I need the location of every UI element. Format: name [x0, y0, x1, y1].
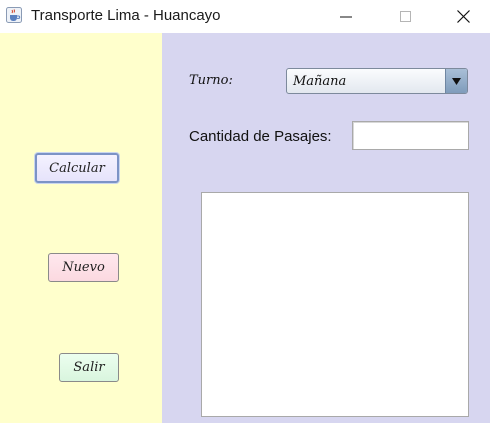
button-panel: Calcular Nuevo Salir [0, 33, 162, 423]
turno-selected-value: Mañana [293, 74, 347, 89]
dropdown-arrow-button[interactable] [445, 69, 467, 93]
triangle-down-icon [452, 77, 461, 85]
java-cup-icon [6, 7, 22, 23]
maximize-button[interactable] [382, 0, 428, 33]
turno-select[interactable]: Mañana [286, 68, 468, 94]
cantidad-input[interactable] [352, 121, 469, 150]
window-title: Transporte Lima - Huancayo [31, 7, 221, 24]
close-button[interactable] [440, 0, 486, 33]
turno-label: Turno: [189, 73, 233, 88]
minimize-icon [340, 16, 352, 17]
title-bar: Transporte Lima - Huancayo [0, 0, 490, 33]
calcular-button[interactable]: Calcular [35, 153, 119, 183]
minimize-button[interactable] [323, 0, 369, 33]
cantidad-label: Cantidad de Pasajes: [189, 128, 332, 145]
salir-button[interactable]: Salir [59, 353, 119, 382]
results-textarea[interactable] [201, 192, 469, 417]
close-icon [456, 10, 470, 23]
maximize-icon [399, 11, 411, 22]
nuevo-button[interactable]: Nuevo [48, 253, 119, 282]
